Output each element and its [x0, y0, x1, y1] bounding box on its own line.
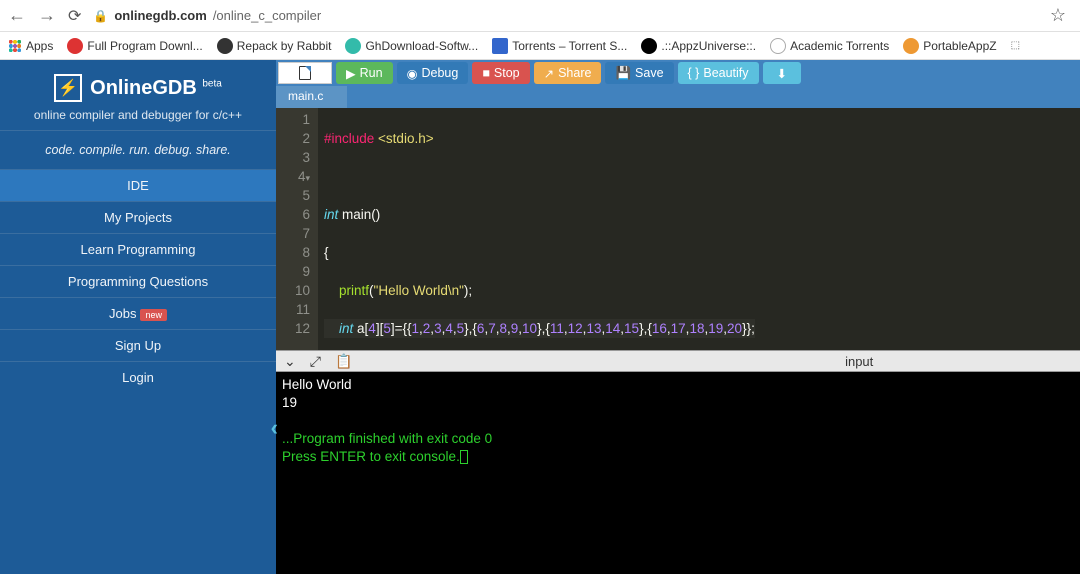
lock-icon: 🔒 [93, 9, 108, 23]
sidebar-item-signup[interactable]: Sign Up [0, 329, 276, 361]
save-button[interactable]: 💾Save [605, 62, 673, 84]
logo-icon: ⚡ [54, 74, 82, 102]
url-bar[interactable]: 🔒 onlinegdb.com/online_c_compiler [93, 8, 1037, 23]
forward-icon[interactable]: → [38, 5, 56, 26]
sidebar-item-questions[interactable]: Programming Questions [0, 265, 276, 297]
copy-icon[interactable]: 📋 [335, 353, 352, 370]
bookmarks-bar: Apps Full Program Downl... Repack by Rab… [0, 32, 1080, 60]
chevron-down-icon[interactable]: ⌄ [284, 353, 296, 370]
sidebar: ⚡ OnlineGDB beta online compiler and deb… [0, 60, 276, 574]
star-icon[interactable]: ☆ [1050, 5, 1066, 26]
url-domain: onlinegdb.com [114, 8, 206, 23]
tabs-row: main.c [276, 86, 1080, 108]
sidebar-item-jobs[interactable]: Jobsnew [0, 297, 276, 329]
file-icon [299, 66, 311, 80]
run-button[interactable]: ▶Run [336, 62, 393, 84]
new-badge: new [140, 309, 167, 321]
share-icon: ↗ [544, 66, 554, 81]
refresh-icon[interactable]: ⟳ [68, 6, 81, 26]
bookmark-item[interactable]: GhDownload-Softw... [345, 38, 478, 54]
target-icon: ◉ [407, 66, 418, 81]
bookmark-item[interactable]: Academic Torrents [770, 38, 889, 54]
sidebar-item-ide[interactable]: IDE [0, 169, 276, 201]
back-icon[interactable]: ← [8, 5, 26, 26]
sidebar-collapse-icon[interactable]: ‹ [271, 415, 278, 441]
tagline: online compiler and debugger for c/c++ [10, 108, 266, 122]
debug-button[interactable]: ◉Debug [397, 62, 469, 84]
favicon-icon: ⬚ [1011, 40, 1020, 51]
sidebar-item-projects[interactable]: My Projects [0, 201, 276, 233]
motto: code. compile. run. debug. share. [0, 130, 276, 169]
code-content[interactable]: #include <stdio.h> int main() { printf("… [318, 108, 761, 350]
logo-area: ⚡ OnlineGDB beta online compiler and deb… [0, 60, 276, 130]
share-button[interactable]: ↗Share [534, 62, 602, 84]
bookmark-item[interactable]: ⬚ [1011, 40, 1020, 51]
favicon-icon [770, 38, 786, 54]
terminal-bar: ⌄ ⤢ 📋 input [276, 350, 1080, 372]
apps-icon [8, 39, 22, 53]
favicon-icon [345, 38, 361, 54]
sidebar-item-learn[interactable]: Learn Programming [0, 233, 276, 265]
terminal-output[interactable]: Hello World 19 ...Program finished with … [276, 372, 1080, 574]
favicon-icon [217, 38, 233, 54]
logo-title: OnlineGDB beta [90, 77, 222, 100]
download-button[interactable]: ⬇ [763, 62, 801, 84]
tab-main-c[interactable]: main.c [276, 86, 347, 108]
bookmark-item[interactable]: Torrents – Torrent S... [492, 38, 627, 54]
bookmark-item[interactable]: .::AppzUniverse::. [641, 38, 756, 54]
favicon-icon [492, 38, 508, 54]
beautify-button[interactable]: { }Beautify [678, 62, 759, 84]
download-icon: ⬇ [777, 66, 787, 81]
apps-button[interactable]: Apps [8, 39, 53, 53]
bookmark-item[interactable]: PortableAppZ [903, 38, 996, 54]
favicon-icon [641, 38, 657, 54]
favicon-icon [67, 38, 83, 54]
expand-icon[interactable]: ⤢ [310, 353, 321, 370]
terminal-cursor [460, 450, 468, 464]
stop-icon: ■ [482, 66, 490, 80]
stop-button[interactable]: ■Stop [472, 62, 529, 84]
bookmark-item[interactable]: Full Program Downl... [67, 38, 202, 54]
new-file-button[interactable] [278, 62, 332, 84]
browser-nav-bar: ← → ⟳ 🔒 onlinegdb.com/online_c_compiler … [0, 0, 1080, 32]
toolbar: ▶Run ◉Debug ■Stop ↗Share 💾Save { }Beauti… [276, 60, 1080, 86]
favicon-icon [903, 38, 919, 54]
play-icon: ▶ [346, 66, 356, 81]
bookmark-item[interactable]: Repack by Rabbit [217, 38, 332, 54]
sidebar-item-login[interactable]: Login [0, 361, 276, 393]
terminal-label: input [565, 354, 873, 369]
line-gutter: 1234▾56789101112 [276, 108, 318, 350]
braces-icon: { } [688, 66, 700, 80]
url-path: /online_c_compiler [213, 8, 321, 23]
editor-area: ▶Run ◉Debug ■Stop ↗Share 💾Save { }Beauti… [276, 60, 1080, 574]
save-icon: 💾 [615, 66, 631, 81]
code-editor[interactable]: 1234▾56789101112 #include <stdio.h> int … [276, 108, 1080, 350]
